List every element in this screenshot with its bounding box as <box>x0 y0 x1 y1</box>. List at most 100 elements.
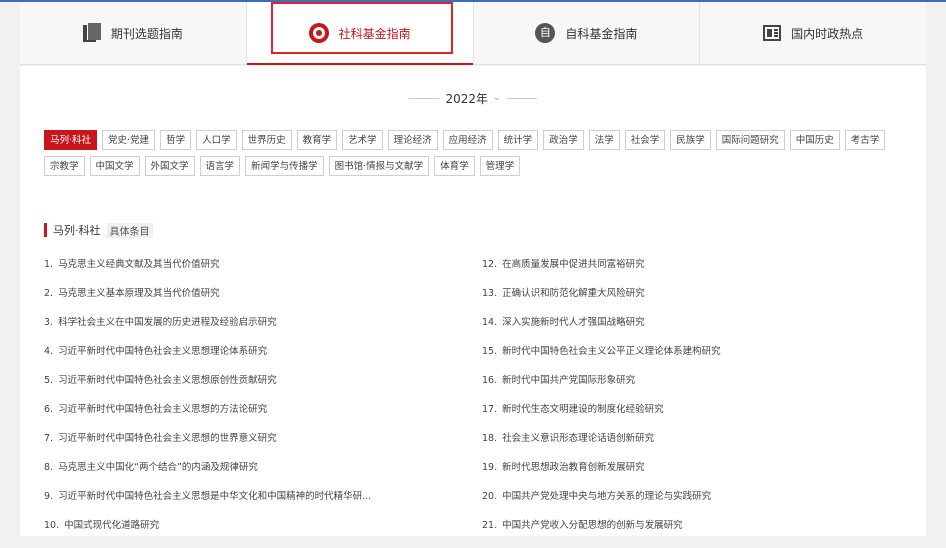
chevron-down-icon[interactable]: ⌄ <box>493 93 501 103</box>
topic-item[interactable]: 9. 习近平新时代中国特色社会主义思想是中华文化和中国精神的时代精华研... <box>44 490 444 519</box>
topic-item[interactable]: 4. 习近平新时代中国特色社会主义思想理论体系研究 <box>44 345 444 374</box>
subject-tag[interactable]: 理论经济 <box>387 130 438 150</box>
topic-number: 3. <box>44 317 54 328</box>
tab-label: 自科基金指南 <box>565 26 638 41</box>
topic-item[interactable]: 8. 马克思主义中国化“两个结合”的内涵及规律研究 <box>44 461 444 490</box>
subject-tag[interactable]: 教育学 <box>296 130 338 150</box>
topic-item[interactable]: 1. 马克思主义经典文献及其当代价值研究 <box>44 258 444 287</box>
topic-item[interactable]: 5. 习近平新时代中国特色社会主义思想原创性贡献研究 <box>44 374 444 403</box>
topic-item[interactable]: 17. 新时代生态文明建设的制度化经验研究 <box>482 403 902 432</box>
section-title: 马列·科社 <box>53 224 101 237</box>
zi-circle-icon: 自 <box>535 23 556 43</box>
subject-tag[interactable]: 图书馆·情报与文献学 <box>328 156 430 176</box>
subject-tag[interactable]: 民族学 <box>670 130 711 150</box>
topic-text: 正确认识和防范化解重大风险研究 <box>502 288 645 299</box>
subject-tag[interactable]: 中国文学 <box>89 156 140 176</box>
subject-tag[interactable]: 语言学 <box>199 156 241 176</box>
topic-text: 习近平新时代中国特色社会主义思想是中华文化和中国精神的时代精华研... <box>58 491 372 502</box>
newspaper-icon <box>763 25 782 41</box>
subject-tag[interactable]: 新闻学与传播学 <box>245 156 324 176</box>
subject-tag[interactable]: 外国文学 <box>144 156 195 176</box>
topic-text: 马克思主义经典文献及其当代价值研究 <box>58 259 220 270</box>
subject-tag[interactable]: 宗教学 <box>44 156 85 176</box>
subject-tag[interactable]: 国际问题研究 <box>715 130 785 150</box>
topic-text: 科学社会主义在中国发展的历史进程及经验启示研究 <box>58 317 277 328</box>
topic-number: 14. <box>482 317 498 328</box>
topic-item[interactable]: 12. 在高质量发展中促进共同富裕研究 <box>482 258 902 287</box>
topic-text: 新时代思想政治教育创新发展研究 <box>502 462 645 473</box>
subject-tag[interactable]: 世界历史 <box>241 130 292 150</box>
tab-label: 期刊选题指南 <box>110 26 183 41</box>
topic-number: 17. <box>482 404 498 415</box>
subject-tag[interactable]: 艺术学 <box>342 130 383 150</box>
topic-number: 10. <box>44 520 60 531</box>
topic-number: 15. <box>482 346 498 357</box>
guide-content-panel: 2022年 ⌄ 马列·科社 党史·党建 哲学 人口学 世界历史 教育学 艺术学 理论经济 应用经… <box>20 66 926 536</box>
topic-item[interactable]: 7. 习近平新时代中国特色社会主义思想的世界意义研究 <box>44 432 444 461</box>
subject-tag[interactable]: 人口学 <box>196 130 237 150</box>
subject-tag[interactable]: 社会学 <box>624 130 666 150</box>
topic-item[interactable]: 6. 习近平新时代中国特色社会主义思想的方法论研究 <box>44 403 444 432</box>
topic-list-right: 12. 在高质量发展中促进共同富裕研究 13. 正确认识和防范化解重大风险研究 14. 深… <box>482 258 902 548</box>
topic-text: 马克思主义中国化“两个结合”的内涵及规律研究 <box>58 462 258 473</box>
year-dropdown[interactable]: 2022年 <box>445 90 488 107</box>
topic-number: 16. <box>482 375 498 386</box>
journal-stack-icon <box>82 23 101 43</box>
topic-list-left: 1. 马克思主义经典文献及其当代价值研究 2. 马克思主义基本原理及其当代价值研究 3.… <box>44 258 444 548</box>
topic-item[interactable]: 19. 新时代思想政治教育创新发展研究 <box>482 461 902 490</box>
topic-text: 中国共产党处理中央与地方关系的理论与实践研究 <box>502 491 712 502</box>
tab-label: 社科基金指南 <box>338 26 411 41</box>
subject-tag[interactable]: 法学 <box>588 130 620 150</box>
tab-natural-science-fund-guide[interactable]: 自 自科基金指南 <box>474 2 701 64</box>
subject-tag[interactable]: 党史·党建 <box>102 130 156 150</box>
topic-number: 12. <box>482 259 498 270</box>
topic-item[interactable]: 3. 科学社会主义在中国发展的历史进程及经验启示研究 <box>44 316 444 345</box>
topic-item[interactable]: 20. 中国共产党处理中央与地方关系的理论与实践研究 <box>482 490 902 519</box>
topic-text: 新时代中国共产党国际形象研究 <box>502 375 636 386</box>
subject-tag[interactable]: 体育学 <box>434 156 475 176</box>
topic-item[interactable]: 16. 新时代中国共产党国际形象研究 <box>482 374 902 403</box>
topic-item[interactable]: 21. 中国共产党收入分配思想的创新与发展研究 <box>482 519 902 548</box>
topic-text: 中国式现代化道路研究 <box>64 520 160 531</box>
guide-tab-bar: 期刊选题指南 社科基金指南 自 自科基金指南 国内时政热点 <box>20 2 926 65</box>
topic-text: 习近平新时代中国特色社会主义思想理论体系研究 <box>58 346 268 357</box>
topic-text: 习近平新时代中国特色社会主义思想原创性贡献研究 <box>58 375 277 386</box>
subject-tag[interactable]: 哲学 <box>160 130 192 150</box>
topic-item[interactable]: 13. 正确认识和防范化解重大风险研究 <box>482 287 902 316</box>
topic-item[interactable]: 15. 新时代中国特色社会主义公平正义理论体系建构研究 <box>482 345 902 374</box>
subject-tag[interactable]: 统计学 <box>497 130 539 150</box>
subject-tag[interactable]: 应用经济 <box>442 130 493 150</box>
topic-number: 4. <box>44 346 54 357</box>
topic-text: 新时代生态文明建设的制度化经验研究 <box>502 404 664 415</box>
topic-number: 2. <box>44 288 54 299</box>
divider-right <box>506 97 537 99</box>
section-accent-bar <box>44 223 47 237</box>
topic-text: 在高质量发展中促进共同富裕研究 <box>502 259 645 270</box>
subject-tag[interactable]: 管理学 <box>479 156 521 176</box>
topic-item[interactable]: 2. 马克思主义基本原理及其当代价值研究 <box>44 287 444 316</box>
subject-tag[interactable]: 政治学 <box>543 130 584 150</box>
topic-item[interactable]: 10. 中国式现代化道路研究 <box>44 519 444 548</box>
tab-social-science-fund-guide[interactable]: 社科基金指南 <box>246 2 474 65</box>
section-header: 马列·科社 具体条目 <box>44 222 153 238</box>
subject-tag[interactable]: 考古学 <box>844 130 886 150</box>
subject-tag[interactable]: 中国历史 <box>789 130 840 150</box>
section-subtitle: 具体条目 <box>106 222 153 238</box>
target-icon <box>308 23 329 43</box>
topic-number: 19. <box>482 462 498 473</box>
topic-text: 社会主义意识形态理论话语创新研究 <box>502 433 655 444</box>
tab-journal-topic-guide[interactable]: 期刊选题指南 <box>20 2 247 64</box>
subject-tag-list: 马列·科社 党史·党建 哲学 人口学 世界历史 教育学 艺术学 理论经济 应用经济 统计学 政治学法… <box>44 130 914 176</box>
tab-domestic-politics-hotspots[interactable]: 国内时政热点 <box>700 2 926 64</box>
topic-item[interactable]: 18. 社会主义意识形态理论话语创新研究 <box>482 432 902 461</box>
topic-text: 习近平新时代中国特色社会主义思想的方法论研究 <box>58 404 268 415</box>
topic-number: 21. <box>482 520 498 531</box>
topic-number: 13. <box>482 288 498 299</box>
topic-item[interactable]: 14. 深入实施新时代人才强国战略研究 <box>482 316 902 345</box>
topic-text: 习近平新时代中国特色社会主义思想的世界意义研究 <box>58 433 277 444</box>
tab-label: 国内时政热点 <box>791 26 864 41</box>
subject-tag[interactable]: 马列·科社 <box>44 130 98 150</box>
topic-number: 8. <box>44 462 54 473</box>
topic-text: 深入实施新时代人才强国战略研究 <box>502 317 645 328</box>
topic-number: 9. <box>44 491 54 502</box>
